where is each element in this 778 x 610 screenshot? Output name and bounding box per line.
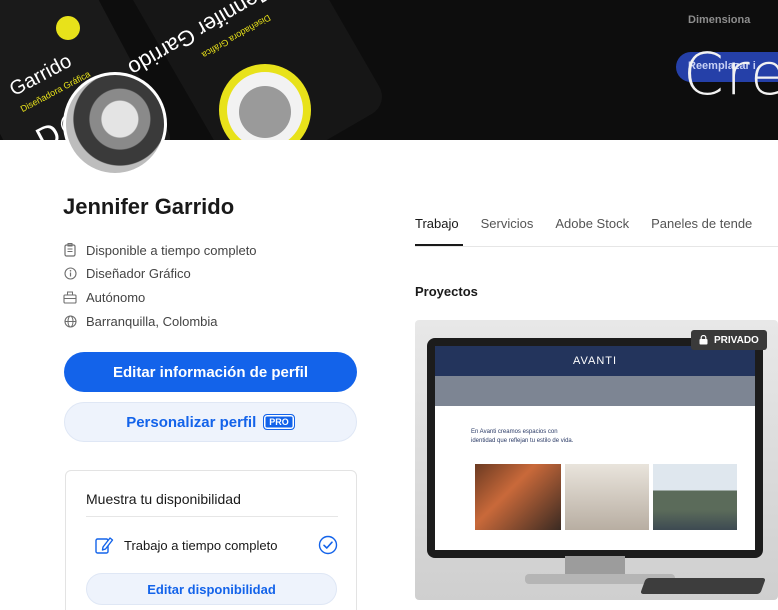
tab-servicios[interactable]: Servicios — [481, 216, 534, 246]
availability-card: Muestra tu disponibilidad Trabajo a tiem… — [65, 470, 357, 610]
keyboard — [640, 578, 766, 594]
check-circle-icon — [318, 535, 338, 555]
profile-name: Jennifer Garrido — [63, 194, 235, 219]
info-text: Autónomo — [86, 289, 146, 305]
tabs-divider — [415, 246, 778, 247]
globe-icon — [63, 314, 77, 328]
customize-profile-label: Personalizar perfil — [126, 413, 257, 431]
project-card[interactable]: AVANTI En Avanti creamos espacios con id… — [415, 320, 778, 600]
edit-profile-button[interactable]: Editar información de perfil — [64, 352, 357, 392]
screen-brand: AVANTI — [572, 355, 618, 367]
edit-document-icon — [95, 537, 114, 554]
info-icon — [63, 266, 77, 280]
avatar-photo — [66, 75, 164, 173]
screen-text: En Avanti creamos espacios con identidad… — [471, 429, 574, 444]
info-availability: Disponible a tiempo completo — [63, 241, 257, 259]
tab-paneles[interactable]: Paneles de tende — [651, 216, 752, 246]
customize-profile-button[interactable]: Personalizar perfil PRO — [64, 402, 357, 442]
projects-title: Proyectos — [415, 284, 478, 299]
building-icon — [63, 290, 77, 304]
avatar[interactable] — [63, 72, 167, 176]
availability-option-label: Trabajo a tiempo completo — [124, 537, 278, 553]
availability-title: Muestra tu disponibilidad — [86, 491, 241, 507]
info-company: Autónomo — [63, 288, 145, 306]
info-location: Barranquilla, Colombia — [63, 312, 218, 330]
info-text: Diseñador Gráfico — [86, 265, 191, 281]
info-occupation: Diseñador Gráfico — [63, 264, 191, 282]
briefcase-icon — [63, 243, 77, 257]
banner-artwork: Garrido Diseñadora Gráfica D© Jennifer G… — [0, 0, 390, 140]
private-badge-label: PRIVADO — [714, 334, 759, 346]
screen-nav — [435, 376, 755, 406]
info-text: Disponible a tiempo completo — [86, 242, 257, 258]
project-thumbnail: AVANTI En Avanti creamos espacios con id… — [427, 338, 763, 558]
tab-adobe-stock[interactable]: Adobe Stock — [555, 216, 629, 246]
availability-option[interactable]: Trabajo a tiempo completo — [94, 533, 340, 557]
screen-header: AVANTI — [435, 346, 755, 376]
info-text: Barranquilla, Colombia — [86, 313, 218, 329]
private-badge: PRIVADO — [691, 330, 767, 350]
tab-trabajo[interactable]: Trabajo — [415, 216, 459, 246]
divider — [86, 516, 338, 517]
screen-photo — [565, 464, 649, 530]
banner-title-text: Cre — [683, 40, 778, 108]
monitor-stand — [565, 556, 625, 576]
banner-dimension-text: Dimensiona — [688, 14, 751, 26]
monitor-screen: AVANTI En Avanti creamos espacios con id… — [435, 346, 755, 550]
profile-tabs: Trabajo Servicios Adobe Stock Paneles de… — [415, 216, 774, 246]
pro-badge: PRO — [263, 414, 295, 430]
lock-icon — [699, 335, 708, 345]
screen-photo — [653, 464, 737, 530]
screen-photo — [475, 464, 561, 530]
edit-availability-button[interactable]: Editar disponibilidad — [86, 573, 337, 605]
